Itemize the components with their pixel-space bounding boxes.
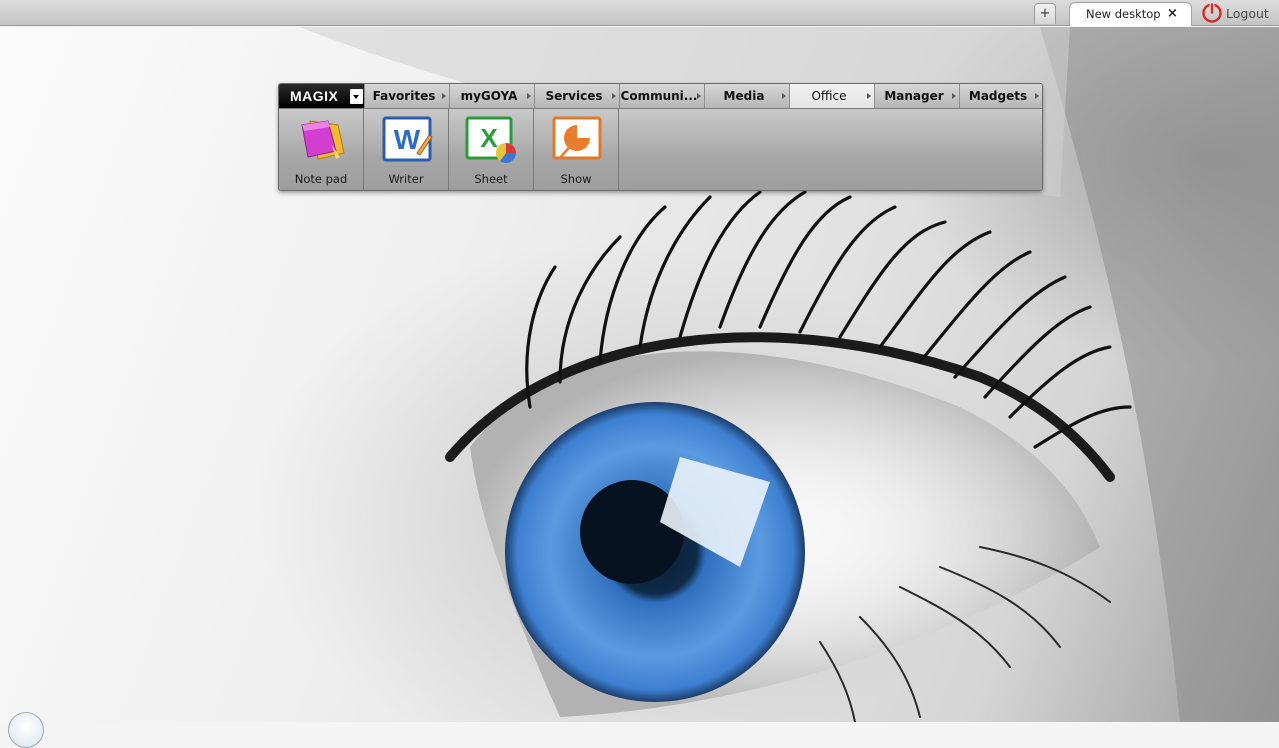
top-bar: + New desktop × Logout bbox=[0, 0, 1279, 26]
magix-menu-panel: MAGIX Favorites myGOYA Services Communi.… bbox=[278, 83, 1043, 191]
menu-item-label: Office bbox=[811, 89, 847, 103]
app-label: Note pad bbox=[294, 172, 348, 186]
menu-item-manager[interactable]: Manager bbox=[874, 84, 959, 108]
chevron-right-icon bbox=[442, 93, 446, 99]
app-label: Writer bbox=[388, 172, 424, 186]
menu-item-label: Manager bbox=[884, 89, 944, 103]
brand-label: MAGIX bbox=[290, 88, 339, 104]
menu-item-favorites[interactable]: Favorites bbox=[364, 84, 449, 108]
chevron-down-icon[interactable] bbox=[350, 89, 363, 104]
chevron-right-icon bbox=[782, 93, 786, 99]
chevron-right-icon bbox=[697, 93, 701, 99]
svg-text:X: X bbox=[480, 123, 498, 153]
power-icon bbox=[1202, 3, 1222, 23]
magix-logo[interactable]: MAGIX bbox=[279, 84, 364, 108]
menu-item-office[interactable]: Office bbox=[789, 84, 874, 108]
menu-item-label: myGOYA bbox=[460, 89, 518, 103]
app-writer[interactable]: W Writer bbox=[364, 109, 449, 190]
tab-new-desktop[interactable]: New desktop × bbox=[1069, 2, 1192, 26]
menu-item-madgets[interactable]: Madgets bbox=[959, 84, 1042, 108]
app-label: Show bbox=[560, 172, 592, 186]
menu-item-label: Services bbox=[545, 89, 603, 103]
app-sheet[interactable]: X Sheet bbox=[449, 109, 534, 190]
chevron-right-icon bbox=[952, 93, 956, 99]
add-tab-button[interactable]: + bbox=[1034, 3, 1056, 24]
menu-item-label: Media bbox=[723, 89, 765, 103]
show-icon bbox=[552, 116, 602, 160]
app-tray: Note pad W Writer X Sheet Show bbox=[279, 109, 1042, 190]
start-orb-icon[interactable] bbox=[8, 712, 44, 748]
app-show[interactable]: Show bbox=[534, 109, 619, 190]
logout-button[interactable]: Logout bbox=[1202, 2, 1269, 24]
writer-icon: W bbox=[382, 116, 433, 162]
close-tab-icon[interactable]: × bbox=[1167, 6, 1178, 21]
menu-item-mygoya[interactable]: myGOYA bbox=[449, 84, 534, 108]
tab-label: New desktop bbox=[1086, 7, 1161, 21]
app-label: Sheet bbox=[474, 172, 508, 186]
menu-item-label: Communi... bbox=[620, 89, 698, 103]
logout-label: Logout bbox=[1226, 5, 1269, 21]
menu-item-media[interactable]: Media bbox=[704, 84, 789, 108]
app-notepad[interactable]: Note pad bbox=[279, 109, 364, 190]
menu-bar: MAGIX Favorites myGOYA Services Communi.… bbox=[279, 84, 1042, 109]
menu-item-label: Madgets bbox=[968, 89, 1028, 103]
notepad-icon bbox=[301, 120, 345, 160]
menu-item-community[interactable]: Communi... bbox=[619, 84, 704, 108]
chevron-right-icon bbox=[867, 93, 871, 99]
svg-text:W: W bbox=[394, 124, 421, 155]
chevron-right-icon bbox=[527, 93, 531, 99]
chevron-right-icon bbox=[612, 93, 616, 99]
sheet-icon: X bbox=[465, 116, 516, 163]
chevron-right-icon bbox=[1035, 93, 1039, 99]
menu-item-services[interactable]: Services bbox=[534, 84, 619, 108]
menu-item-label: Favorites bbox=[372, 89, 436, 103]
